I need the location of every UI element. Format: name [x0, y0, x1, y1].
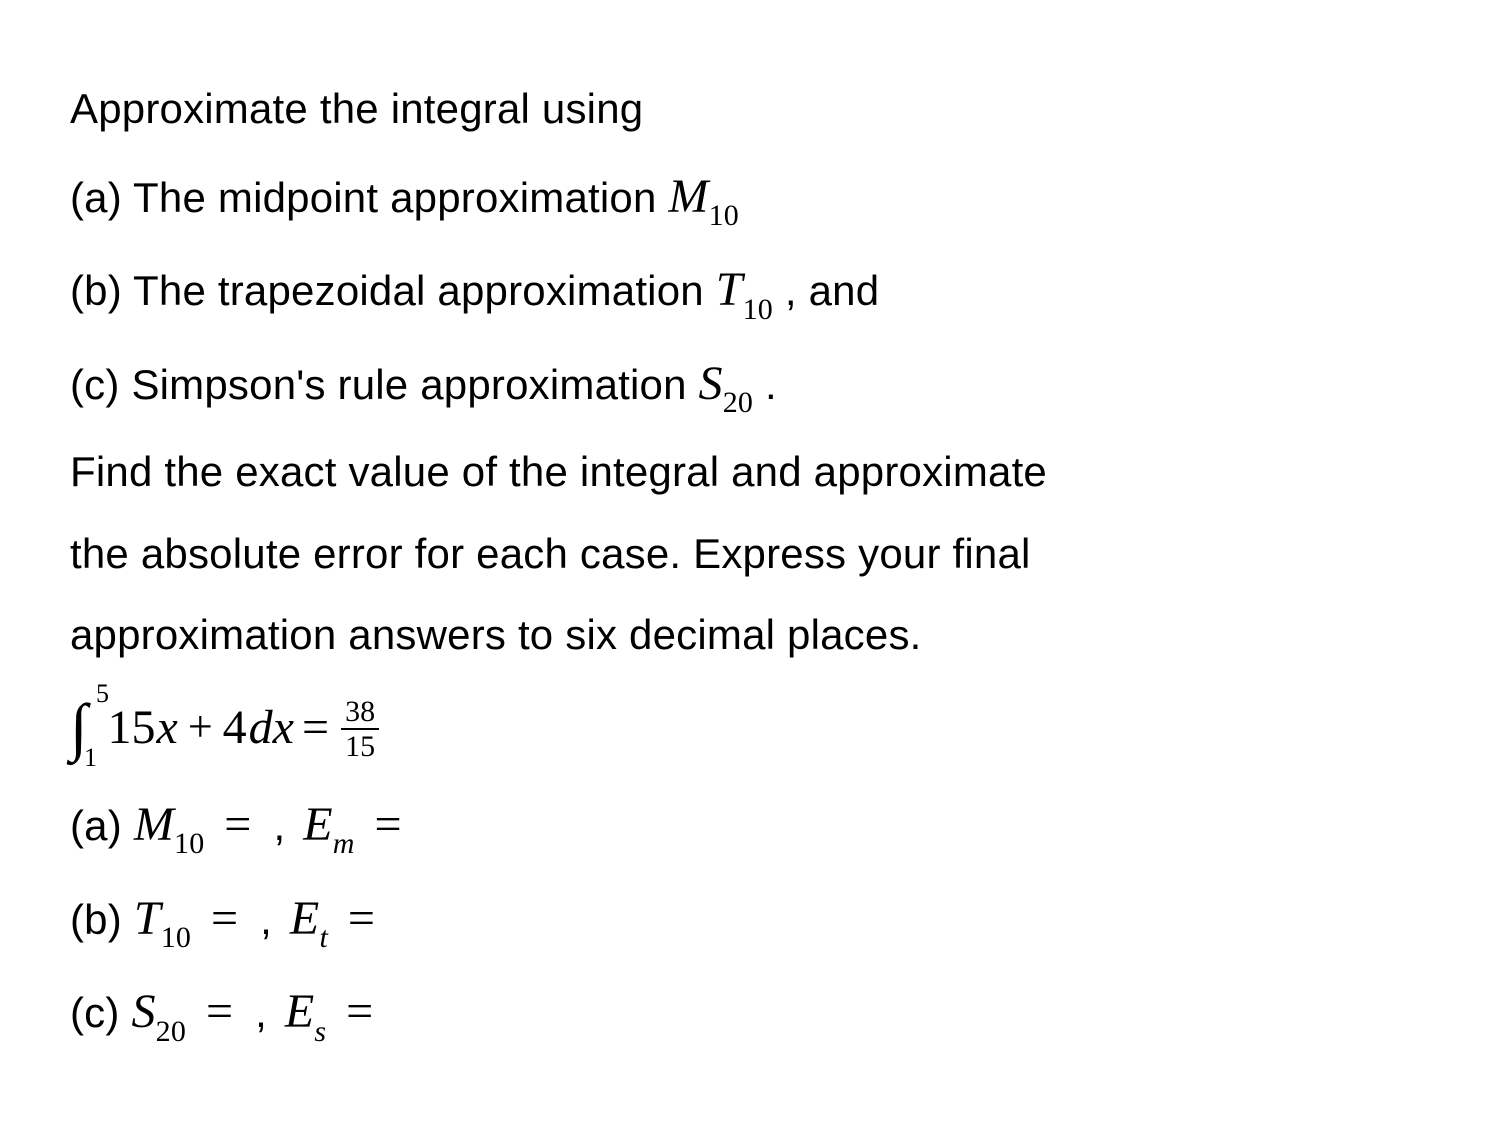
ans-a-prefix: (a): [70, 802, 134, 849]
ans-c-E-sub: s: [314, 1015, 326, 1048]
ans-a-E: E: [303, 798, 333, 851]
integrand-plus: +: [188, 696, 213, 758]
part-b-text: (b) The trapezoidal approximation: [70, 267, 716, 314]
ans-b-comma: ,: [260, 896, 284, 943]
ans-a-M: M: [134, 798, 174, 851]
instr-line-1: Find the exact value of the integral and…: [70, 431, 1430, 513]
integral-eq: =: [302, 694, 329, 761]
part-c-line: (c) Simpson's rule approximation S20 .: [70, 337, 1430, 431]
integral-line: ∫ 5 1 15x + 4dx = 38 15: [70, 682, 1430, 772]
frac-den: 15: [341, 730, 379, 763]
ans-c-comma: ,: [255, 989, 279, 1036]
intro-line: Approximate the integral using: [70, 68, 1430, 150]
integral-lower: 1: [84, 740, 97, 776]
part-c-text: (c) Simpson's rule approximation: [70, 361, 699, 408]
ans-b-T-sub: 10: [161, 921, 191, 954]
integrand-var: x: [157, 694, 178, 761]
ans-c-S: S: [131, 985, 155, 1038]
ans-c-E: E: [285, 985, 315, 1038]
integrand-coef: 15: [108, 694, 156, 761]
integrand-dx: dx: [249, 694, 294, 761]
sym-T10-T: T: [716, 263, 743, 316]
integral-upper: 5: [96, 676, 109, 712]
sym-M10-M: M: [668, 170, 708, 223]
ans-a-eq2: =: [374, 798, 401, 851]
problem-page: Approximate the integral using (a) The m…: [0, 0, 1500, 1119]
answer-c-line: (c) S20 = , Es =: [70, 965, 1430, 1059]
sym-T10-sub: 10: [743, 293, 773, 326]
instr-line-3: approximation answers to six decimal pla…: [70, 594, 1430, 676]
ans-c-S-sub: 20: [156, 1015, 186, 1048]
ans-a-comma: ,: [273, 802, 297, 849]
part-b-tail: , and: [785, 267, 879, 314]
ans-b-T: T: [134, 892, 161, 945]
answer-a-line: (a) M10 = , Em =: [70, 778, 1430, 872]
ans-b-E: E: [290, 892, 320, 945]
part-a-text: (a) The midpoint approximation: [70, 174, 668, 221]
ans-c-eq2: =: [346, 985, 373, 1038]
ans-b-prefix: (b): [70, 896, 134, 943]
sym-M10-sub: 10: [709, 199, 739, 232]
ans-b-eq2: =: [348, 892, 375, 945]
integral-sign-icon: ∫ 5 1: [70, 682, 88, 772]
answer-b-line: (b) T10 = , Et =: [70, 872, 1430, 966]
frac-num: 38: [341, 696, 379, 731]
instr-line-2: the absolute error for each case. Expres…: [70, 513, 1430, 595]
part-a-line: (a) The midpoint approximation M10: [70, 150, 1430, 244]
part-b-line: (b) The trapezoidal approximation T10 , …: [70, 243, 1430, 337]
ans-b-E-sub: t: [319, 921, 328, 954]
ans-a-M-sub: 10: [174, 827, 204, 860]
sym-S20-S: S: [699, 357, 723, 410]
part-c-tail: .: [765, 361, 777, 408]
ans-c-eq1: =: [206, 985, 233, 1038]
ans-a-eq1: =: [224, 798, 251, 851]
ans-c-prefix: (c): [70, 989, 131, 1036]
ans-b-eq1: =: [211, 892, 238, 945]
ans-a-E-sub: m: [333, 827, 355, 860]
sym-S20-sub: 20: [723, 386, 753, 419]
integrand-const: 4: [223, 694, 247, 761]
integral-result-frac: 38 15: [341, 696, 379, 763]
